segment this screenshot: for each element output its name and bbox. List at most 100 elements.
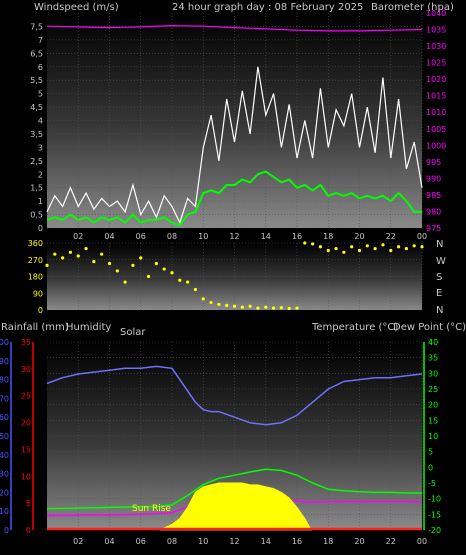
humidity-tick-label: 0: [4, 526, 9, 535]
wind-direction-point: [131, 263, 135, 267]
wind-direction-point: [68, 250, 73, 254]
wind-direction-point: [201, 297, 205, 301]
windspeed-tick-label: 1,5: [30, 184, 43, 193]
wind-direction-point: [412, 244, 416, 248]
sunrise-annotation: Sun Rise: [132, 504, 171, 514]
wind-direction-point: [326, 248, 330, 253]
humidity-tick-label: 10: [0, 507, 9, 516]
barometer-tick-label: 980: [426, 207, 441, 216]
wind-direction-point: [92, 260, 96, 264]
rainfall-tick-label: 0: [26, 526, 31, 535]
humidity-tick-label: 50: [0, 432, 9, 441]
temperature-tick-label: 30: [428, 369, 438, 378]
wind-direction-point: [217, 302, 221, 307]
temperature-time-tick-label: 18: [323, 537, 333, 546]
temperature-tick-label: 25: [428, 385, 438, 394]
wind-direction-point: [404, 246, 408, 251]
wind-time-tick-label: 02: [73, 232, 83, 241]
windspeed-tick-label: 3,5: [30, 130, 43, 139]
wind-direction-point: [373, 246, 377, 251]
windspeed-tick-label: 5,5: [30, 76, 43, 85]
direction-tick-label: 270: [28, 256, 43, 265]
direction-tick-label: 0: [38, 306, 43, 315]
compass-label-e: E: [436, 288, 442, 299]
temperature-time-axis-ticks: 02 04 06 08 10 12 14 16 18 20 22 00: [73, 537, 427, 546]
weather-graph-page: 0 0,5 1 1,5 2 2,5 3 3,5 4 4,5 5 5,5 6 6,5 7 7,5 975 980 9…: [0, 0, 466, 555]
compass-label-n-bottom: N: [436, 305, 443, 316]
temperature-tick-label: 5: [428, 448, 433, 457]
humidity-tick-label: 40: [0, 451, 9, 460]
wind-time-tick-label: 14: [261, 232, 271, 241]
wind-direction-point: [225, 303, 229, 307]
wind-time-tick-label: 22: [386, 232, 396, 241]
rainfall-tick-label: 20: [21, 419, 31, 428]
barometer-tick-label: 1015: [426, 92, 446, 101]
wind-direction-point: [381, 243, 385, 247]
barometer-tick-label: 1000: [426, 141, 446, 150]
wind-direction-point: [53, 252, 57, 256]
wind-direction-point: [396, 245, 401, 249]
temperature-time-tick-label: 02: [73, 537, 83, 546]
compass-label-w: W: [436, 256, 446, 267]
windspeed-tick-label: 5: [38, 90, 43, 99]
barometer-tick-label: 1035: [426, 26, 446, 35]
wind-time-tick-label: 08: [167, 232, 177, 241]
windspeed-axis-title: Windspeed (m/s): [34, 2, 119, 13]
wind-direction-point: [334, 246, 338, 251]
direction-tick-label: 360: [28, 239, 43, 248]
windspeed-tick-label: 1: [38, 197, 43, 206]
temperature-tick-label: 35: [428, 354, 438, 363]
barometer-tick-label: 1010: [426, 108, 446, 117]
rainfall-tick-label: 5: [26, 499, 31, 508]
rainfall-tick-label: 35: [21, 338, 31, 347]
wind-direction-point: [389, 248, 393, 253]
wind-time-tick-label: 12: [229, 232, 239, 241]
barometer-tick-label: 975: [426, 224, 441, 233]
windspeed-tick-label: 6,5: [30, 49, 43, 58]
humidity-tick-label: 80: [0, 376, 9, 385]
direction-tick-label: 180: [28, 273, 43, 282]
wind-time-tick-label: 10: [198, 232, 208, 241]
wind-direction-point: [209, 300, 213, 305]
wind-direction-point: [100, 252, 104, 256]
temperature-tick-label: 40: [428, 338, 438, 347]
wind-direction-point: [146, 274, 151, 279]
wind-time-axis-ticks: 02 04 06 08 10 12 14 16 18 20 22 00: [73, 232, 427, 241]
barometer-tick-label: 990: [426, 174, 441, 183]
windspeed-tick-label: 0,5: [30, 211, 43, 220]
wind-direction-point: [123, 280, 127, 284]
wind-time-tick-label: 04: [104, 232, 114, 241]
compass-label-s: S: [436, 272, 442, 283]
wind-direction-point: [342, 250, 346, 254]
barometer-tick-label: 995: [426, 158, 441, 167]
wind-direction-point: [84, 246, 88, 251]
dewpoint-axis-title: Dew Point (°C): [393, 322, 466, 333]
wind-direction-point: [357, 248, 362, 253]
wind-direction-point: [115, 269, 119, 273]
wind-direction-point: [279, 306, 283, 310]
wind-direction-point: [271, 306, 276, 310]
humidity-tick-label: 30: [0, 470, 9, 479]
temperature-time-tick-label: 00: [417, 537, 427, 546]
wind-direction-point: [303, 241, 307, 245]
windspeed-tick-label: 2: [38, 170, 43, 179]
wind-time-tick-label: 16: [292, 232, 302, 241]
solar-label: Solar: [120, 327, 146, 338]
wind-direction-point: [162, 267, 166, 271]
direction-axis-ticks: 0 90 180 270 360: [28, 239, 43, 315]
temperature-tick-label: -20: [428, 526, 441, 535]
humidity-tick-label: 70: [0, 394, 9, 403]
compass-label-n-top: N: [436, 239, 443, 250]
temperature-axis-title: Temperature (°C): [311, 322, 398, 333]
humidity-axis-title: Humidity: [66, 322, 111, 333]
barometer-tick-label: 1005: [426, 125, 446, 134]
wind-direction-point: [178, 278, 182, 282]
barometer-tick-label: 1030: [426, 42, 446, 51]
wind-direction-point: [232, 304, 237, 308]
windspeed-axis-ticks: 0 0,5 1 1,5 2 2,5 3 3,5 4 4,5 5 5,5 6 6,5 7 7,5: [30, 22, 43, 233]
windspeed-tick-label: 7: [38, 36, 43, 45]
weather-graph-svg: 00,511,522,533,544,555,566,577,5 9759809…: [0, 2, 466, 546]
wind-direction-point: [365, 244, 369, 248]
temperature-tick-label: 0: [428, 463, 433, 472]
barometer-axis-ticks: 975 980 985 990 995 1000 1005 1010 1015 1020 1025 1…: [426, 9, 446, 233]
